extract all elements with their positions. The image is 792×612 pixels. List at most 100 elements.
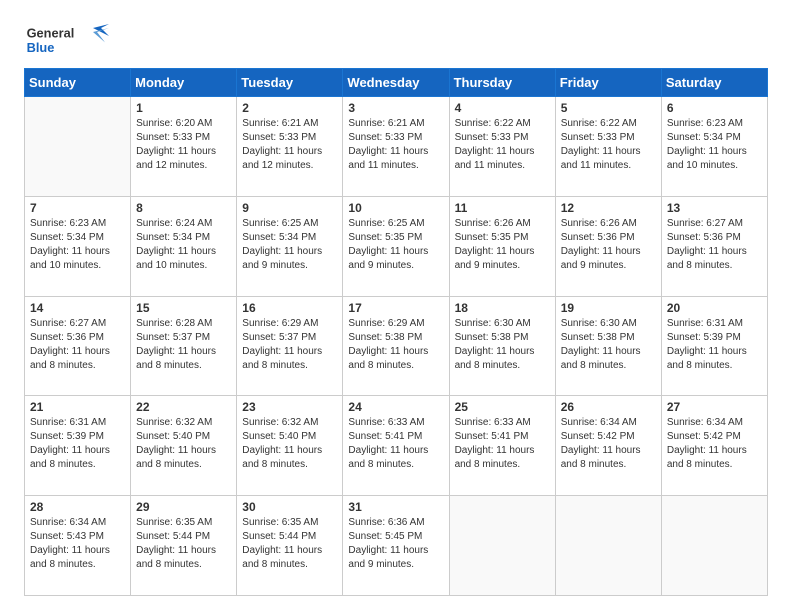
calendar-day-cell: 20Sunrise: 6:31 AMSunset: 5:39 PMDayligh… <box>661 296 767 396</box>
day-number: 12 <box>561 201 656 215</box>
header: General Blue <box>24 20 768 60</box>
calendar-day-cell: 13 Sunrise: 6:27 AMSunset: 5:36 PMDayligh… <box>661 196 767 296</box>
day-info: Sunrise: 6:26 AMSunset: 5:35 PMDaylight:… <box>455 217 550 273</box>
calendar-day-cell: 2 Sunrise: 6:21 AMSunset: 5:33 PMDaylight… <box>237 97 343 197</box>
calendar-week-row: 7 Sunrise: 6:23 AMSunset: 5:34 PMDaylight… <box>25 196 768 296</box>
page: General Blue SundayMondayTuesdayWednesda… <box>0 0 792 612</box>
calendar-day-cell: 31 Sunrise: 6:36 AMSunset: 5:45 PMDayligh… <box>343 496 449 596</box>
calendar-header-row: SundayMondayTuesdayWednesdayThursdayFrid… <box>25 69 768 97</box>
day-of-week-header: Sunday <box>25 69 131 97</box>
day-number: 5 <box>561 101 656 115</box>
day-info: Sunrise: 6:20 AMSunset: 5:33 PMDaylight:… <box>136 117 231 173</box>
day-info: Sunrise: 6:29 AMSunset: 5:38 PMDaylight:… <box>348 317 443 373</box>
day-info: Sunrise: 6:32 AMSunset: 5:40 PMDaylight:… <box>242 416 337 472</box>
calendar-week-row: 1 Sunrise: 6:20 AMSunset: 5:33 PMDaylight… <box>25 97 768 197</box>
day-number: 6 <box>667 101 762 115</box>
day-of-week-header: Friday <box>555 69 661 97</box>
calendar-day-cell: 23 Sunrise: 6:32 AMSunset: 5:40 PMDayligh… <box>237 396 343 496</box>
day-info: Sunrise: 6:27 AMSunset: 5:36 PMDaylight:… <box>667 217 762 273</box>
day-number: 18 <box>455 301 550 315</box>
calendar-day-cell: 21Sunrise: 6:31 AMSunset: 5:39 PMDayligh… <box>25 396 131 496</box>
day-info: Sunrise: 6:34 AMSunset: 5:43 PMDaylight:… <box>30 516 125 572</box>
day-info: Sunrise: 6:35 AMSunset: 5:44 PMDaylight:… <box>242 516 337 572</box>
logo-icon: General Blue <box>24 20 114 60</box>
calendar-day-cell: 22 Sunrise: 6:32 AMSunset: 5:40 PMDayligh… <box>131 396 237 496</box>
calendar-day-cell <box>449 496 555 596</box>
calendar-day-cell: 5 Sunrise: 6:22 AMSunset: 5:33 PMDaylight… <box>555 97 661 197</box>
day-number: 7 <box>30 201 125 215</box>
calendar-day-cell <box>25 97 131 197</box>
day-info: Sunrise: 6:30 AMSunset: 5:38 PMDaylight:… <box>561 317 656 373</box>
day-number: 1 <box>136 101 231 115</box>
day-info: Sunrise: 6:28 AMSunset: 5:37 PMDaylight:… <box>136 317 231 373</box>
day-number: 13 <box>667 201 762 215</box>
day-number: 2 <box>242 101 337 115</box>
day-number: 22 <box>136 400 231 414</box>
calendar-day-cell: 10 Sunrise: 6:25 AMSunset: 5:35 PMDayligh… <box>343 196 449 296</box>
day-number: 31 <box>348 500 443 514</box>
day-number: 19 <box>561 301 656 315</box>
day-number: 23 <box>242 400 337 414</box>
calendar-day-cell: 18 Sunrise: 6:30 AMSunset: 5:38 PMDayligh… <box>449 296 555 396</box>
calendar-day-cell: 29Sunrise: 6:35 AMSunset: 5:44 PMDayligh… <box>131 496 237 596</box>
calendar-week-row: 28Sunrise: 6:34 AMSunset: 5:43 PMDayligh… <box>25 496 768 596</box>
day-info: Sunrise: 6:26 AMSunset: 5:36 PMDaylight:… <box>561 217 656 273</box>
day-of-week-header: Tuesday <box>237 69 343 97</box>
calendar-table: SundayMondayTuesdayWednesdayThursdayFrid… <box>24 68 768 596</box>
day-of-week-header: Wednesday <box>343 69 449 97</box>
calendar-day-cell <box>661 496 767 596</box>
calendar-day-cell: 25 Sunrise: 6:33 AMSunset: 5:41 PMDayligh… <box>449 396 555 496</box>
calendar-day-cell: 15Sunrise: 6:28 AMSunset: 5:37 PMDayligh… <box>131 296 237 396</box>
day-number: 8 <box>136 201 231 215</box>
day-number: 20 <box>667 301 762 315</box>
calendar-day-cell: 16Sunrise: 6:29 AMSunset: 5:37 PMDayligh… <box>237 296 343 396</box>
day-info: Sunrise: 6:23 AMSunset: 5:34 PMDaylight:… <box>30 217 125 273</box>
day-info: Sunrise: 6:30 AMSunset: 5:38 PMDaylight:… <box>455 317 550 373</box>
calendar-week-row: 21Sunrise: 6:31 AMSunset: 5:39 PMDayligh… <box>25 396 768 496</box>
day-info: Sunrise: 6:33 AMSunset: 5:41 PMDaylight:… <box>455 416 550 472</box>
day-number: 14 <box>30 301 125 315</box>
calendar-day-cell: 24Sunrise: 6:33 AMSunset: 5:41 PMDayligh… <box>343 396 449 496</box>
logo: General Blue <box>24 20 114 60</box>
day-info: Sunrise: 6:25 AMSunset: 5:34 PMDaylight:… <box>242 217 337 273</box>
calendar-day-cell: 30 Sunrise: 6:35 AMSunset: 5:44 PMDayligh… <box>237 496 343 596</box>
day-number: 4 <box>455 101 550 115</box>
day-info: Sunrise: 6:23 AMSunset: 5:34 PMDaylight:… <box>667 117 762 173</box>
calendar-day-cell: 9 Sunrise: 6:25 AMSunset: 5:34 PMDaylight… <box>237 196 343 296</box>
day-info: Sunrise: 6:33 AMSunset: 5:41 PMDaylight:… <box>348 416 443 472</box>
day-number: 26 <box>561 400 656 414</box>
day-number: 3 <box>348 101 443 115</box>
day-info: Sunrise: 6:24 AMSunset: 5:34 PMDaylight:… <box>136 217 231 273</box>
calendar-day-cell: 3Sunrise: 6:21 AMSunset: 5:33 PMDaylight… <box>343 97 449 197</box>
day-of-week-header: Thursday <box>449 69 555 97</box>
day-number: 27 <box>667 400 762 414</box>
day-info: Sunrise: 6:25 AMSunset: 5:35 PMDaylight:… <box>348 217 443 273</box>
day-number: 10 <box>348 201 443 215</box>
calendar-day-cell: 19 Sunrise: 6:30 AMSunset: 5:38 PMDayligh… <box>555 296 661 396</box>
day-number: 29 <box>136 500 231 514</box>
day-of-week-header: Saturday <box>661 69 767 97</box>
day-number: 25 <box>455 400 550 414</box>
calendar-day-cell: 26Sunrise: 6:34 AMSunset: 5:42 PMDayligh… <box>555 396 661 496</box>
day-info: Sunrise: 6:31 AMSunset: 5:39 PMDaylight:… <box>30 416 125 472</box>
calendar-day-cell: 12 Sunrise: 6:26 AMSunset: 5:36 PMDayligh… <box>555 196 661 296</box>
day-info: Sunrise: 6:21 AMSunset: 5:33 PMDaylight:… <box>242 117 337 173</box>
day-info: Sunrise: 6:36 AMSunset: 5:45 PMDaylight:… <box>348 516 443 572</box>
day-info: Sunrise: 6:22 AMSunset: 5:33 PMDaylight:… <box>561 117 656 173</box>
calendar-day-cell <box>555 496 661 596</box>
day-info: Sunrise: 6:27 AMSunset: 5:36 PMDaylight:… <box>30 317 125 373</box>
calendar-day-cell: 4 Sunrise: 6:22 AMSunset: 5:33 PMDaylight… <box>449 97 555 197</box>
svg-text:General: General <box>27 26 75 41</box>
calendar-day-cell: 11 Sunrise: 6:26 AMSunset: 5:35 PMDayligh… <box>449 196 555 296</box>
day-number: 11 <box>455 201 550 215</box>
day-number: 9 <box>242 201 337 215</box>
day-number: 30 <box>242 500 337 514</box>
day-info: Sunrise: 6:32 AMSunset: 5:40 PMDaylight:… <box>136 416 231 472</box>
day-info: Sunrise: 6:29 AMSunset: 5:37 PMDaylight:… <box>242 317 337 373</box>
svg-text:Blue: Blue <box>27 40 55 55</box>
day-info: Sunrise: 6:34 AMSunset: 5:42 PMDaylight:… <box>667 416 762 472</box>
day-number: 17 <box>348 301 443 315</box>
calendar-day-cell: 8 Sunrise: 6:24 AMSunset: 5:34 PMDaylight… <box>131 196 237 296</box>
day-info: Sunrise: 6:22 AMSunset: 5:33 PMDaylight:… <box>455 117 550 173</box>
calendar-day-cell: 7 Sunrise: 6:23 AMSunset: 5:34 PMDaylight… <box>25 196 131 296</box>
